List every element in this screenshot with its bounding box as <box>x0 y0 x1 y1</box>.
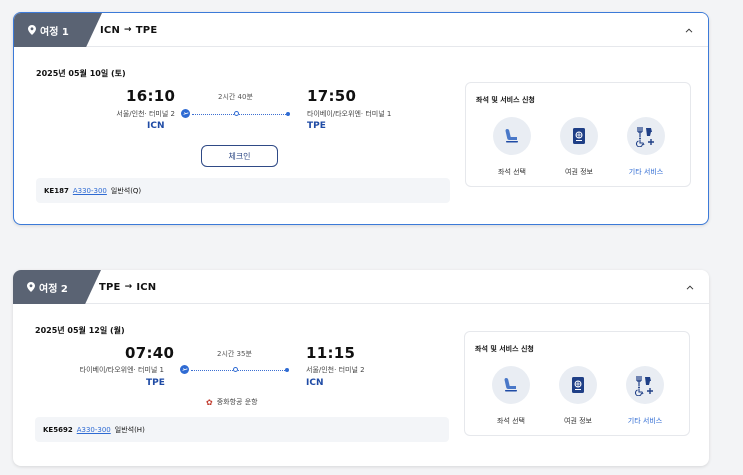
seat-icon <box>492 366 530 404</box>
arrival-code: TPE <box>307 121 326 131</box>
route-midpoint <box>234 111 239 116</box>
other-services-button[interactable]: 기타 서비스 <box>616 117 676 177</box>
plane-icon <box>181 109 190 118</box>
flight-number: KE5692 <box>43 425 73 434</box>
route-arrow-icon: → <box>124 282 133 292</box>
route-line <box>191 370 285 371</box>
plane-icon <box>180 365 189 374</box>
seat-icon <box>493 117 531 155</box>
aircraft-link[interactable]: A330-300 <box>73 187 107 195</box>
departure-time: 16:10 <box>126 87 176 105</box>
journey-label: 여정 2 <box>39 283 68 295</box>
cabin-class: 일반석(H) <box>114 425 145 434</box>
journey-card-2: 여정 2 TPE → ICN 2025년 05월 12일 (월) 07:40 타… <box>13 270 709 466</box>
journey-label: 여정 1 <box>40 26 69 38</box>
passport-icon <box>559 366 597 404</box>
flight-date: 2025년 05월 10일 (토) <box>36 69 126 78</box>
chevron-up-icon[interactable] <box>682 23 696 37</box>
passport-icon <box>560 117 598 155</box>
checkin-button[interactable]: 체크인 <box>201 145 278 167</box>
services-title: 좌석 및 서비스 신청 <box>475 345 534 353</box>
route-endpoint <box>285 368 289 372</box>
arrival-terminal: 타이베이/타오위엔· 터미널 1 <box>307 110 392 118</box>
route-endpoint <box>286 112 290 116</box>
route-title: TPE → ICN <box>99 270 156 304</box>
service-label: 좌석 선택 <box>498 168 526 176</box>
other-services-button[interactable]: 기타 서비스 <box>615 366 675 426</box>
flight-duration: 2시간 35분 <box>217 350 252 358</box>
journey-header[interactable]: 여정 1 ICN → TPE <box>14 13 708 47</box>
service-label: 여권 정보 <box>564 417 592 425</box>
operated-by-text: 중화항공 운항 <box>216 398 258 406</box>
service-label: 여권 정보 <box>565 168 593 176</box>
journey-tag: 여정 2 <box>13 270 101 304</box>
route-from: TPE <box>99 281 121 293</box>
other-services-icon <box>627 117 665 155</box>
service-label: 좌석 선택 <box>497 417 525 425</box>
operated-by: ✿ 중화항공 운항 <box>206 397 258 407</box>
flight-info-box: KE5692 A330-300 일반석(H) <box>35 417 449 442</box>
location-pin-icon <box>27 282 35 292</box>
services-title: 좌석 및 서비스 신청 <box>476 96 535 104</box>
departure-code: ICN <box>147 121 165 131</box>
journey-card-1: 여정 1 ICN → TPE 2025년 05월 10일 (토) 16:10 서… <box>13 12 709 225</box>
route-to: ICN <box>136 281 157 293</box>
service-label: 기타 서비스 <box>628 168 664 176</box>
departure-code: TPE <box>146 378 165 388</box>
departure-time: 07:40 <box>125 344 175 362</box>
route-from: ICN <box>100 24 121 36</box>
arrival-terminal: 서울/인천· 터미널 2 <box>306 366 365 374</box>
aircraft-link[interactable]: A330-300 <box>77 426 111 434</box>
arrival-time: 17:50 <box>307 87 357 105</box>
services-panel: 좌석 및 서비스 신청 좌석 선택 여권 정보 기타 서비스 <box>464 331 690 436</box>
route-arrow-icon: → <box>124 25 132 35</box>
seat-select-button[interactable]: 좌석 선택 <box>481 366 541 426</box>
flight-number: KE187 <box>44 186 69 195</box>
chevron-up-icon[interactable] <box>683 280 697 294</box>
other-services-icon <box>626 366 664 404</box>
cabin-class: 일반석(Q) <box>110 186 142 195</box>
flight-info-box: KE187 A330-300 일반석(Q) <box>36 178 450 203</box>
services-panel: 좌석 및 서비스 신청 좌석 선택 여권 정보 기타 서비스 <box>465 82 691 187</box>
route-to: TPE <box>135 24 158 36</box>
location-pin-icon <box>28 25 36 35</box>
route-title: ICN → TPE <box>100 13 157 47</box>
arrival-time: 11:15 <box>306 344 356 362</box>
seat-select-button[interactable]: 좌석 선택 <box>482 117 542 177</box>
china-airlines-logo-icon: ✿ <box>206 397 213 407</box>
route-midpoint <box>233 367 238 372</box>
passport-info-button[interactable]: 여권 정보 <box>548 366 608 426</box>
route-line <box>192 114 286 115</box>
departure-terminal: 서울/인천· 터미널 2 <box>116 110 175 118</box>
journey-tag: 여정 1 <box>14 13 102 47</box>
departure-terminal: 타이베이/타오위엔· 터미널 1 <box>79 366 164 374</box>
passport-info-button[interactable]: 여권 정보 <box>549 117 609 177</box>
flight-date: 2025년 05월 12일 (월) <box>35 326 125 335</box>
service-label: 기타 서비스 <box>627 417 663 425</box>
journey-header[interactable]: 여정 2 TPE → ICN <box>13 270 709 304</box>
flight-duration: 2시간 40분 <box>218 93 253 101</box>
arrival-code: ICN <box>306 378 324 388</box>
